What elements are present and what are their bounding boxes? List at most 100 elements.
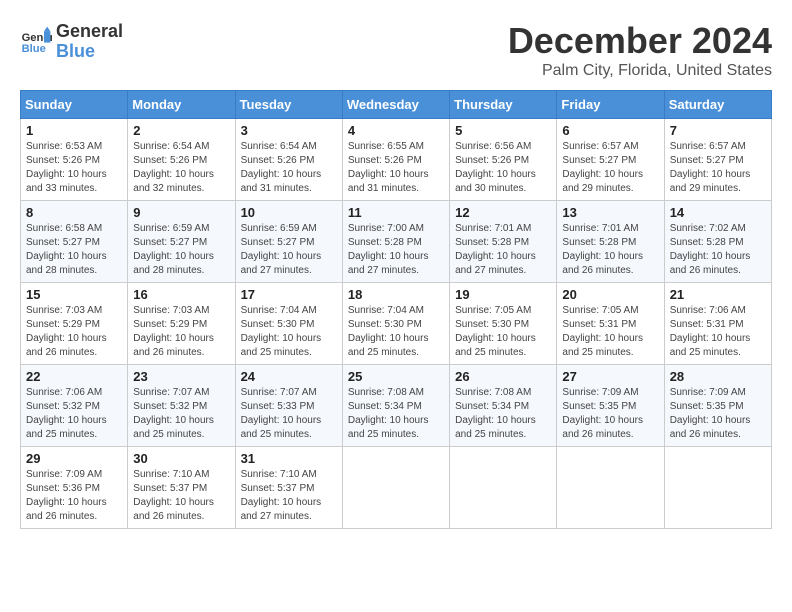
calendar-cell: 25 Sunrise: 7:08 AMSunset: 5:34 PMDayligh… [342, 365, 449, 447]
day-number: 10 [241, 205, 337, 220]
day-info: Sunrise: 7:05 AMSunset: 5:30 PMDaylight:… [455, 304, 551, 360]
calendar-cell: 13Sunrise: 7:01 AMSunset: 5:28 PMDayligh… [557, 201, 664, 283]
calendar-subtitle: Palm City, Florida, United States [508, 62, 772, 80]
week-row-2: 8 Sunrise: 6:58 AMSunset: 5:27 PMDaylight… [21, 201, 772, 283]
calendar-cell: 23Sunrise: 7:07 AMSunset: 5:32 PMDayligh… [128, 365, 235, 447]
calendar-cell: 4 Sunrise: 6:55 AMSunset: 5:26 PMDaylight… [342, 119, 449, 201]
day-number: 6 [562, 123, 658, 138]
calendar-cell: 9 Sunrise: 6:59 AMSunset: 5:27 PMDaylight… [128, 201, 235, 283]
day-number: 12 [455, 205, 551, 220]
calendar-cell [557, 447, 664, 529]
logo-icon: General Blue [20, 25, 52, 57]
calendar-body: 1Sunrise: 6:53 AMSunset: 5:26 PMDaylight… [21, 119, 772, 529]
calendar-cell: 27 Sunrise: 7:09 AMSunset: 5:35 PMDayligh… [557, 365, 664, 447]
day-info: Sunrise: 6:59 AMSunset: 5:27 PMDaylight:… [241, 222, 337, 278]
calendar-cell: 17 Sunrise: 7:04 AMSunset: 5:30 PMDayligh… [235, 283, 342, 365]
calendar-cell: 21 Sunrise: 7:06 AMSunset: 5:31 PMDayligh… [664, 283, 771, 365]
day-info: Sunrise: 7:10 AMSunset: 5:37 PMDaylight:… [241, 468, 337, 524]
day-number: 16 [133, 287, 229, 302]
day-number: 8 [26, 205, 122, 220]
day-info: Sunrise: 7:03 AMSunset: 5:29 PMDaylight:… [26, 304, 122, 360]
day-info: Sunrise: 7:00 AMSunset: 5:28 PMDaylight:… [348, 222, 444, 278]
calendar-cell: 5 Sunrise: 6:56 AMSunset: 5:26 PMDaylight… [450, 119, 557, 201]
calendar-cell: 29 Sunrise: 7:09 AMSunset: 5:36 PMDayligh… [21, 447, 128, 529]
calendar-cell: 26Sunrise: 7:08 AMSunset: 5:34 PMDayligh… [450, 365, 557, 447]
calendar-cell: 14Sunrise: 7:02 AMSunset: 5:28 PMDayligh… [664, 201, 771, 283]
calendar-cell: 1Sunrise: 6:53 AMSunset: 5:26 PMDaylight… [21, 119, 128, 201]
header-saturday: Saturday [664, 91, 771, 119]
week-row-1: 1Sunrise: 6:53 AMSunset: 5:26 PMDaylight… [21, 119, 772, 201]
day-number: 7 [670, 123, 766, 138]
day-number: 23 [133, 369, 229, 384]
header-thursday: Thursday [450, 91, 557, 119]
day-info: Sunrise: 7:04 AMSunset: 5:30 PMDaylight:… [241, 304, 337, 360]
day-info: Sunrise: 6:57 AMSunset: 5:27 PMDaylight:… [562, 140, 658, 196]
day-info: Sunrise: 7:08 AMSunset: 5:34 PMDaylight:… [455, 386, 551, 442]
day-number: 25 [348, 369, 444, 384]
calendar-cell: 20 Sunrise: 7:05 AMSunset: 5:31 PMDayligh… [557, 283, 664, 365]
day-info: Sunrise: 7:08 AMSunset: 5:34 PMDaylight:… [348, 386, 444, 442]
calendar-cell: 16 Sunrise: 7:03 AMSunset: 5:29 PMDayligh… [128, 283, 235, 365]
svg-text:Blue: Blue [22, 43, 46, 55]
day-number: 22 [26, 369, 122, 384]
calendar-cell: 18Sunrise: 7:04 AMSunset: 5:30 PMDayligh… [342, 283, 449, 365]
day-number: 18 [348, 287, 444, 302]
calendar-cell: 7 Sunrise: 6:57 AMSunset: 5:27 PMDaylight… [664, 119, 771, 201]
day-number: 4 [348, 123, 444, 138]
day-info: Sunrise: 7:06 AMSunset: 5:31 PMDaylight:… [670, 304, 766, 360]
day-info: Sunrise: 6:59 AMSunset: 5:27 PMDaylight:… [133, 222, 229, 278]
calendar-table: SundayMondayTuesdayWednesdayThursdayFrid… [20, 90, 772, 529]
calendar-cell: 22Sunrise: 7:06 AMSunset: 5:32 PMDayligh… [21, 365, 128, 447]
calendar-cell: 11Sunrise: 7:00 AMSunset: 5:28 PMDayligh… [342, 201, 449, 283]
day-number: 20 [562, 287, 658, 302]
calendar-cell: 6 Sunrise: 6:57 AMSunset: 5:27 PMDaylight… [557, 119, 664, 201]
calendar-cell: 19Sunrise: 7:05 AMSunset: 5:30 PMDayligh… [450, 283, 557, 365]
calendar-header: SundayMondayTuesdayWednesdayThursdayFrid… [21, 91, 772, 119]
day-info: Sunrise: 6:54 AMSunset: 5:26 PMDaylight:… [133, 140, 229, 196]
day-info: Sunrise: 7:09 AMSunset: 5:35 PMDaylight:… [562, 386, 658, 442]
calendar-cell: 8 Sunrise: 6:58 AMSunset: 5:27 PMDaylight… [21, 201, 128, 283]
day-info: Sunrise: 7:10 AMSunset: 5:37 PMDaylight:… [133, 468, 229, 524]
day-number: 17 [241, 287, 337, 302]
calendar-cell: 2 Sunrise: 6:54 AMSunset: 5:26 PMDaylight… [128, 119, 235, 201]
calendar-cell [342, 447, 449, 529]
day-number: 3 [241, 123, 337, 138]
logo: General Blue General Blue [20, 20, 123, 62]
header-wednesday: Wednesday [342, 91, 449, 119]
day-info: Sunrise: 7:01 AMSunset: 5:28 PMDaylight:… [455, 222, 551, 278]
day-info: Sunrise: 6:54 AMSunset: 5:26 PMDaylight:… [241, 140, 337, 196]
calendar-cell: 10 Sunrise: 6:59 AMSunset: 5:27 PMDayligh… [235, 201, 342, 283]
day-info: Sunrise: 6:56 AMSunset: 5:26 PMDaylight:… [455, 140, 551, 196]
calendar-cell [664, 447, 771, 529]
header-tuesday: Tuesday [235, 91, 342, 119]
day-info: Sunrise: 6:55 AMSunset: 5:26 PMDaylight:… [348, 140, 444, 196]
day-info: Sunrise: 7:09 AMSunset: 5:36 PMDaylight:… [26, 468, 122, 524]
day-number: 27 [562, 369, 658, 384]
week-row-5: 29 Sunrise: 7:09 AMSunset: 5:36 PMDayligh… [21, 447, 772, 529]
day-info: Sunrise: 6:58 AMSunset: 5:27 PMDaylight:… [26, 222, 122, 278]
day-number: 2 [133, 123, 229, 138]
day-number: 1 [26, 123, 122, 138]
calendar-cell: 30Sunrise: 7:10 AMSunset: 5:37 PMDayligh… [128, 447, 235, 529]
day-number: 15 [26, 287, 122, 302]
logo-blue: Blue [56, 42, 123, 62]
day-number: 28 [670, 369, 766, 384]
title-section: December 2024 Palm City, Florida, United… [508, 20, 772, 80]
day-info: Sunrise: 6:57 AMSunset: 5:27 PMDaylight:… [670, 140, 766, 196]
header-monday: Monday [128, 91, 235, 119]
calendar-cell: 15 Sunrise: 7:03 AMSunset: 5:29 PMDayligh… [21, 283, 128, 365]
day-number: 9 [133, 205, 229, 220]
day-info: Sunrise: 7:05 AMSunset: 5:31 PMDaylight:… [562, 304, 658, 360]
day-number: 14 [670, 205, 766, 220]
page-header: General Blue General Blue December 2024 … [20, 20, 772, 80]
day-number: 29 [26, 451, 122, 466]
day-number: 13 [562, 205, 658, 220]
calendar-cell [450, 447, 557, 529]
day-info: Sunrise: 7:07 AMSunset: 5:33 PMDaylight:… [241, 386, 337, 442]
day-number: 21 [670, 287, 766, 302]
calendar-cell: 3 Sunrise: 6:54 AMSunset: 5:26 PMDaylight… [235, 119, 342, 201]
day-info: Sunrise: 7:03 AMSunset: 5:29 PMDaylight:… [133, 304, 229, 360]
calendar-cell: 24Sunrise: 7:07 AMSunset: 5:33 PMDayligh… [235, 365, 342, 447]
day-number: 5 [455, 123, 551, 138]
calendar-cell: 28Sunrise: 7:09 AMSunset: 5:35 PMDayligh… [664, 365, 771, 447]
